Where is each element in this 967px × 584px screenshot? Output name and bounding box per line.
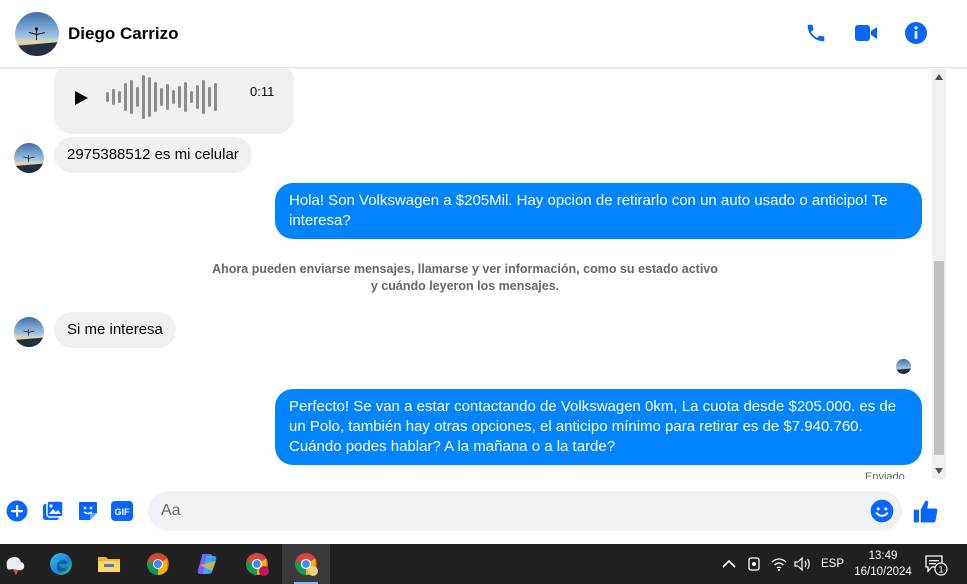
chrome-profile-active-icon[interactable] bbox=[282, 544, 330, 584]
photo-icon[interactable] bbox=[41, 499, 65, 523]
outgoing-message[interactable]: Hola! Son Volkswagen a $205Mil. Hay opci… bbox=[275, 183, 922, 239]
scroll-down-arrow-icon[interactable] bbox=[932, 465, 946, 477]
scrollbar-thumb[interactable] bbox=[934, 261, 944, 455]
phone-icon[interactable] bbox=[803, 20, 829, 46]
contact-avatar[interactable] bbox=[15, 12, 59, 56]
add-icon[interactable] bbox=[5, 499, 29, 523]
message-list[interactable]: 0:11 2975388512 es mi celular Hola! Son … bbox=[0, 69, 932, 479]
wifi-icon[interactable] bbox=[771, 544, 787, 584]
weather-icon[interactable] bbox=[0, 544, 38, 584]
contact-avatar-small[interactable] bbox=[14, 317, 44, 347]
thumbs-up-icon[interactable] bbox=[912, 498, 940, 526]
window-edge bbox=[946, 69, 967, 544]
scroll-up-arrow-icon[interactable] bbox=[932, 71, 946, 83]
copilot-icon[interactable] bbox=[183, 544, 231, 584]
emoji-icon[interactable] bbox=[869, 498, 895, 524]
gif-icon[interactable]: GIF bbox=[109, 499, 135, 523]
input-language[interactable]: ESP bbox=[821, 544, 844, 584]
message-input[interactable] bbox=[148, 491, 848, 531]
svg-text:1: 1 bbox=[938, 565, 943, 575]
meet-now-icon[interactable] bbox=[747, 544, 761, 584]
seen-indicator-avatar bbox=[896, 359, 911, 374]
audio-waveform[interactable] bbox=[106, 75, 217, 119]
chrome-icon[interactable] bbox=[134, 544, 182, 584]
tray-overflow-chevron-icon[interactable] bbox=[722, 544, 736, 584]
notification-center-icon[interactable]: 1 bbox=[924, 554, 948, 576]
composer-bar: GIF bbox=[0, 479, 946, 544]
play-icon[interactable] bbox=[74, 91, 88, 110]
chrome-profile-icon[interactable] bbox=[233, 544, 281, 584]
audio-duration: 0:11 bbox=[250, 84, 275, 99]
outgoing-message[interactable]: Perfecto! Se van a estar contactando de … bbox=[275, 389, 922, 465]
file-explorer-icon[interactable] bbox=[85, 544, 133, 584]
edge-icon[interactable] bbox=[37, 544, 85, 584]
info-icon[interactable] bbox=[903, 20, 929, 46]
contact-name[interactable]: Diego Carrizo bbox=[68, 24, 179, 44]
chat-header: Diego Carrizo bbox=[0, 0, 967, 68]
clock-date: 16/10/2024 bbox=[854, 566, 912, 578]
contact-avatar-small[interactable] bbox=[14, 143, 44, 173]
message-input-container[interactable] bbox=[148, 491, 902, 531]
sent-status: Enviado bbox=[865, 471, 905, 479]
video-camera-icon[interactable] bbox=[853, 20, 879, 46]
scrollbar[interactable] bbox=[932, 69, 946, 479]
windows-taskbar: ESP 13:49 16/10/2024 1 bbox=[0, 544, 967, 584]
system-notice: Ahora pueden enviarse mensajes, llamarse… bbox=[212, 262, 718, 293]
sticker-icon[interactable] bbox=[76, 499, 100, 523]
volume-icon[interactable] bbox=[794, 544, 812, 584]
system-clock[interactable]: 13:49 16/10/2024 bbox=[848, 548, 918, 580]
messenger-window: Diego Carrizo 0:11 2975388512 es mi celu… bbox=[0, 0, 967, 584]
incoming-message[interactable]: 2975388512 es mi celular bbox=[54, 137, 252, 173]
clock-time: 13:49 bbox=[868, 550, 898, 562]
audio-message[interactable]: 0:11 bbox=[54, 69, 294, 134]
svg-text:GIF: GIF bbox=[115, 507, 131, 517]
incoming-message[interactable]: Si me interesa bbox=[54, 312, 176, 348]
